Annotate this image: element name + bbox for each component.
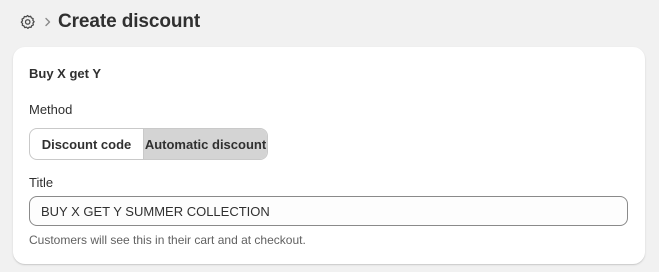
card-title: Buy X get Y	[29, 66, 102, 81]
page-header: Create discount	[18, 9, 200, 35]
method-label: Method	[29, 102, 73, 117]
automatic-discount-option[interactable]: Automatic discount	[143, 129, 267, 159]
title-help-text: Customers will see this in their cart an…	[29, 233, 306, 247]
page-title: Create discount	[58, 11, 201, 32]
discount-code-option[interactable]: Discount code	[30, 129, 143, 159]
discount-card: Buy X get Y Method Discount code Automat…	[13, 47, 645, 264]
chevron-right-icon	[44, 17, 52, 27]
title-input[interactable]	[29, 196, 628, 226]
settings-gear-icon[interactable]	[18, 13, 36, 31]
method-segmented-control: Discount code Automatic discount	[29, 128, 268, 160]
title-label: Title	[29, 175, 54, 190]
